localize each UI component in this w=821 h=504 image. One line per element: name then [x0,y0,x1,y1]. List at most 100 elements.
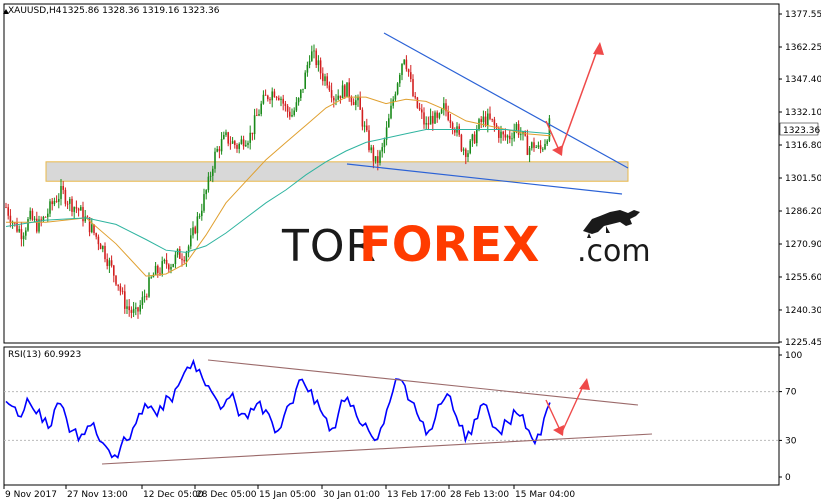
x-tick-label: 13 Feb 17:00 [387,490,446,500]
candle-body [97,236,100,245]
price-y-tick-label: 1316.80 [785,141,821,151]
candle-body [113,265,115,276]
candle-body [335,99,337,101]
x-tick-label: 27 Nov 13:00 [67,490,128,500]
candle-body [75,207,78,209]
candle-body [476,129,478,144]
candle-body [324,76,326,82]
candle-body [355,100,357,106]
candle-body [194,227,196,234]
candle-body [370,147,372,151]
price-header-symbol: XAUUSD,H4 [8,6,62,16]
candle-body [128,306,130,311]
candle-body [304,72,306,89]
price-header-ohlc: 1325.86 1328.36 1319.16 1323.36 [62,6,220,16]
candle-body [251,132,254,135]
x-tick-label: 15 Mar 04:00 [515,490,575,500]
candle-body [163,259,166,262]
candle-body [55,200,58,202]
candle-body [504,134,507,138]
rsi-panel [3,346,780,486]
price-y-tick-label: 1286.20 [785,207,821,217]
candle-body [260,103,262,115]
price-y-tick-label: 1240.30 [785,306,821,316]
candle-body [306,64,309,73]
rsi-y-axis: 100 70 30 0 [779,351,802,483]
candle-body [47,213,49,218]
candle-body [150,277,152,279]
x-tick-label: 9 Nov 2017 [5,490,57,500]
candle-body [179,249,181,259]
candle-body [71,198,73,212]
candle-body [183,260,185,262]
candle-body [502,131,504,135]
candle-body [280,98,282,100]
candle-body [544,143,546,150]
candle-body [201,210,203,217]
candle-body [262,94,265,104]
rsi-y-tick-label: 30 [785,436,797,446]
candle-body [295,102,298,111]
candle-body [115,275,117,285]
candle-body [451,122,454,130]
candle-body [126,306,128,309]
candle-body [203,194,205,211]
candle-body [258,114,260,116]
candle-body [289,111,291,117]
candle-body [141,297,144,306]
candle-body [399,74,401,84]
candle-body [407,69,410,73]
candle-body [410,72,412,80]
candle-body [317,60,320,66]
price-y-tick-label: 1255.60 [785,273,821,283]
candle-body [256,115,258,117]
candle-body [238,143,240,149]
candle-body [533,142,535,148]
candle-body [286,105,289,112]
candle-body [302,88,304,90]
candle-body [82,207,84,222]
candle-body [172,264,174,267]
candle-body [22,235,25,240]
candle-body [473,134,476,144]
candle-body [84,216,86,222]
candle-body [381,147,383,152]
last-price-tag: 1323.36 [783,126,820,136]
candle-body [352,102,355,106]
candle-body [372,147,375,162]
candle-body [293,110,295,115]
candle-body [322,73,324,82]
candle-body [264,94,267,96]
support-zone [45,161,629,182]
candle-body [205,190,207,195]
candle-body [119,286,122,292]
candle-body [341,85,344,99]
candle-body [154,265,157,275]
candle-body [511,138,513,140]
price-y-tick-label: 1347.40 [785,75,821,85]
candle-body [528,148,531,155]
candle-body [69,198,71,204]
candle-body [401,63,403,75]
candle-body [339,95,342,99]
candle-body [27,219,29,231]
candle-body [29,210,31,220]
candle-body [196,216,199,234]
candle-body [91,224,93,233]
candle-body [44,216,47,218]
candle-body [36,218,38,232]
candle-body [480,119,482,122]
candle-body [64,189,67,204]
candle-body [535,147,537,148]
candle-body [517,124,520,135]
candle-body [291,114,293,117]
candle-body [418,107,421,110]
candle-body [396,83,399,95]
candle-body [185,252,188,262]
candle-body [159,272,161,274]
candle-body [447,111,449,121]
candle-body [350,97,353,103]
candle-body [412,79,414,97]
candle-body [86,216,89,218]
candle-body [542,149,544,150]
